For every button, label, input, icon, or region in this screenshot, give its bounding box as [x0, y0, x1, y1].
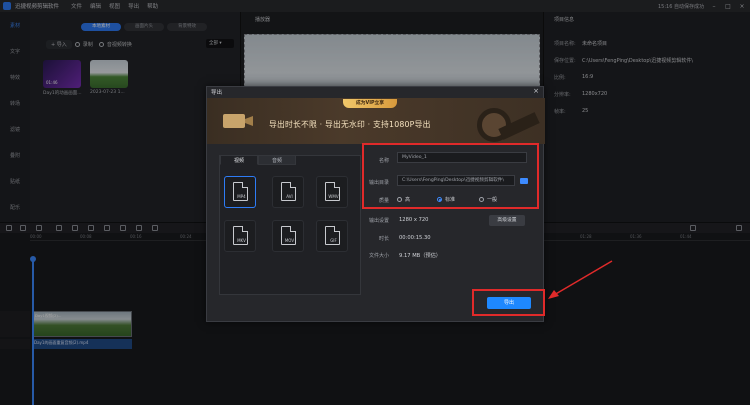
- format-tabs: 视频 音频: [220, 155, 296, 165]
- file-icon: AVI: [281, 182, 296, 201]
- file-size-label: 文件大小: [369, 253, 390, 259]
- duration-label: 时长: [379, 236, 390, 242]
- camera-lens-icon: [245, 116, 253, 126]
- camera-icon: [223, 114, 245, 128]
- file-icon: GIF: [325, 226, 340, 245]
- format-option-mov[interactable]: MOV: [272, 220, 304, 252]
- format-option-wmv[interactable]: WMV: [316, 176, 348, 208]
- annotation-arrow-icon: [548, 260, 613, 299]
- banner-text: 导出时长不限 · 导出无水印 · 支持1080P导出: [269, 120, 431, 129]
- vip-pill: 成为VIP立享: [343, 99, 397, 108]
- close-icon[interactable]: ×: [533, 87, 539, 95]
- format-label: MKV: [237, 238, 246, 243]
- format-option-avi[interactable]: AVI: [272, 176, 304, 208]
- export-dialog: 导出 × 成为VIP立享 导出时长不限 · 导出无水印 · 支持1080P导出 …: [206, 86, 545, 322]
- file-icon: MOV: [281, 226, 296, 245]
- tab-audio[interactable]: 音频: [258, 155, 296, 165]
- file-icon: MKV: [233, 226, 248, 245]
- format-label: MOV: [284, 238, 295, 243]
- vip-banner[interactable]: 成为VIP立享 导出时长不限 · 导出无水印 · 支持1080P导出: [207, 98, 545, 144]
- format-label: AVI: [286, 194, 293, 199]
- format-option-mkv[interactable]: MKV: [224, 220, 256, 252]
- tab-video[interactable]: 视频: [220, 155, 258, 165]
- file-icon: MP4: [233, 182, 248, 201]
- advanced-settings-button[interactable]: 高级设置: [489, 215, 525, 226]
- dialog-title: 导出: [211, 90, 223, 96]
- file-icon: WMV: [325, 182, 340, 201]
- format-label: GIF: [330, 238, 337, 243]
- export-button[interactable]: 导出: [487, 297, 531, 309]
- output-settings-value: 1280 x 720: [399, 217, 429, 223]
- output-settings-label: 输出设置: [369, 218, 390, 224]
- format-option-mp4[interactable]: MP4: [224, 176, 256, 208]
- file-size-value: 9.17 MB（预估）: [399, 253, 441, 259]
- highlight-box-export: 导出: [472, 289, 545, 316]
- duration-value: 00:00:15.30: [399, 235, 431, 241]
- format-label: MP4: [237, 194, 246, 199]
- format-panel: 视频 音频 MP4 AVI WMV MKV MOV GIF: [219, 155, 361, 295]
- highlight-box-settings: [362, 143, 539, 209]
- format-label: WMV: [328, 194, 339, 199]
- format-option-gif[interactable]: GIF: [316, 220, 348, 252]
